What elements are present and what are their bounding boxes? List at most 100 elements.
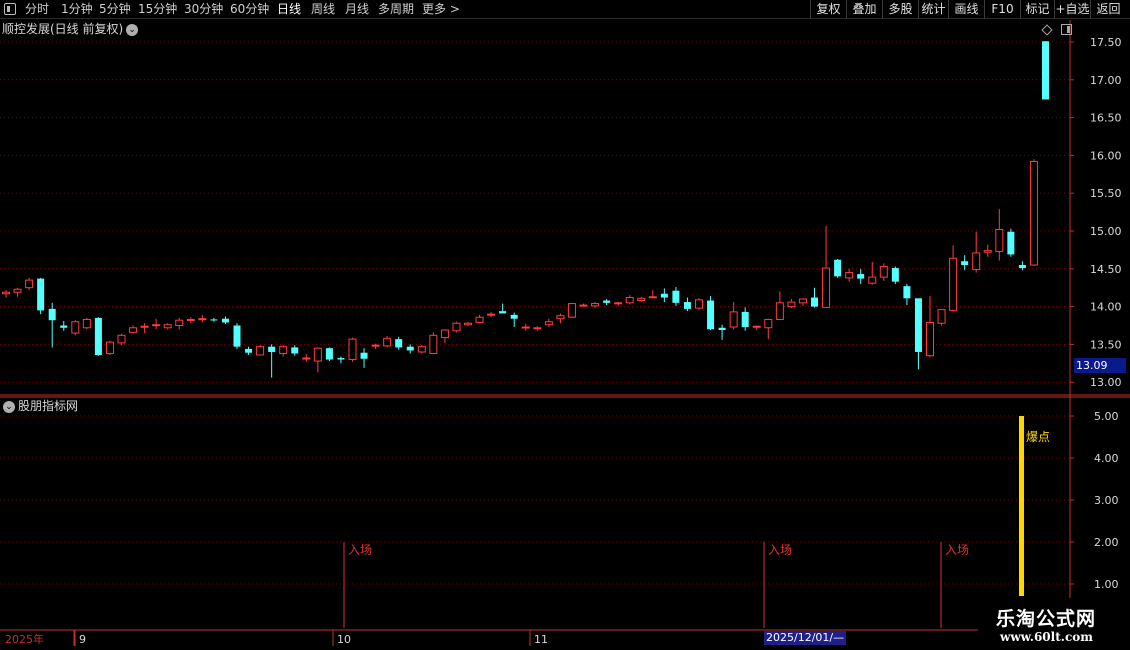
candle bbox=[845, 268, 854, 282]
candle-body bbox=[25, 279, 34, 289]
candle-body bbox=[972, 252, 981, 271]
candle bbox=[614, 302, 623, 306]
current-price-label: 13.09 bbox=[1074, 358, 1126, 373]
candle-body bbox=[949, 257, 958, 311]
candle bbox=[417, 345, 426, 354]
candle-body bbox=[1042, 41, 1049, 100]
candle bbox=[13, 287, 22, 297]
candle-body bbox=[834, 259, 842, 277]
candle-body bbox=[556, 315, 565, 320]
candle-body bbox=[487, 313, 496, 316]
stock-title-text: 顺控发展(日线 前复权) bbox=[2, 22, 124, 36]
candle-body bbox=[857, 274, 865, 279]
panel-toggle-icon[interactable] bbox=[1061, 24, 1072, 35]
candle bbox=[210, 317, 218, 322]
stock-title[interactable]: 顺控发展(日线 前复权) ⌄ bbox=[2, 21, 139, 37]
candle-body bbox=[313, 347, 322, 362]
candle-body bbox=[614, 302, 623, 305]
candle bbox=[510, 312, 518, 328]
candle-body bbox=[233, 325, 241, 347]
indicator-title[interactable]: ⌄ 股朋指标网 bbox=[3, 398, 78, 414]
candle bbox=[579, 303, 588, 307]
indicator-title-text: 股朋指标网 bbox=[18, 399, 79, 413]
time-month-label: 9 bbox=[79, 633, 86, 646]
candle-body bbox=[371, 344, 380, 347]
candle bbox=[279, 345, 288, 357]
candle-body bbox=[683, 302, 691, 309]
candle-body bbox=[60, 325, 68, 328]
candle bbox=[221, 316, 229, 324]
candle bbox=[591, 302, 600, 309]
candlestick-chart[interactable]: 入场 入场 入场 爆点 17.50 17.00 16.50 16.00 15.50 15.00 1… bbox=[0, 0, 1130, 650]
candle-body bbox=[707, 300, 715, 330]
candle bbox=[834, 258, 842, 278]
candle bbox=[787, 299, 796, 309]
candle bbox=[556, 313, 565, 324]
candle-body bbox=[37, 278, 45, 311]
candle bbox=[961, 255, 969, 271]
candle-body bbox=[1007, 231, 1015, 255]
candle bbox=[82, 317, 91, 330]
candle-body bbox=[175, 319, 184, 327]
candle bbox=[360, 348, 368, 368]
price-tick-label: 17.00 bbox=[1090, 74, 1122, 87]
candle-body bbox=[533, 327, 542, 330]
candle bbox=[798, 298, 807, 306]
candle-body bbox=[510, 314, 518, 319]
candle-body bbox=[268, 346, 276, 352]
candle bbox=[268, 344, 276, 378]
candle bbox=[695, 298, 703, 310]
crosshair-date-label: 2025/12/01/— bbox=[764, 631, 847, 645]
candle-body bbox=[360, 352, 368, 359]
candle-body bbox=[995, 228, 1004, 252]
candle bbox=[533, 326, 542, 331]
burst-bar bbox=[1019, 416, 1024, 596]
price-tick-label: 13.50 bbox=[1090, 338, 1122, 351]
candle bbox=[891, 266, 899, 284]
candle bbox=[383, 336, 392, 348]
burst-label: 爆点 bbox=[1026, 430, 1050, 444]
candle bbox=[140, 323, 149, 334]
candle bbox=[707, 296, 715, 331]
candle bbox=[464, 321, 472, 327]
candle-body bbox=[845, 272, 854, 279]
candle bbox=[105, 340, 114, 355]
candle bbox=[775, 291, 784, 321]
price-tick-label: 14.00 bbox=[1090, 301, 1122, 314]
candle-body bbox=[94, 317, 102, 355]
candle bbox=[983, 244, 992, 257]
candle bbox=[94, 317, 102, 356]
candle-body bbox=[672, 290, 680, 303]
candle-body bbox=[210, 319, 218, 321]
candle bbox=[625, 295, 634, 305]
candle bbox=[857, 268, 865, 284]
chevron-down-icon[interactable]: ⌄ bbox=[3, 400, 15, 413]
candle-body bbox=[475, 316, 484, 323]
candle-body bbox=[117, 334, 126, 344]
candle bbox=[475, 314, 484, 324]
candle-body bbox=[660, 293, 668, 298]
candle bbox=[175, 317, 184, 330]
candle-body bbox=[198, 318, 207, 321]
price-tick-label: 15.50 bbox=[1090, 187, 1122, 200]
candle-body bbox=[452, 322, 461, 332]
candle bbox=[903, 283, 911, 306]
candle-body bbox=[348, 338, 357, 361]
candle-body bbox=[718, 327, 726, 331]
time-month-label: 10 bbox=[337, 633, 351, 646]
candle bbox=[1007, 228, 1015, 257]
candle-body bbox=[186, 318, 195, 321]
candle-body bbox=[302, 357, 311, 360]
candle bbox=[117, 333, 126, 346]
candle bbox=[972, 231, 981, 273]
candle bbox=[256, 345, 265, 356]
price-tick-label: 16.00 bbox=[1090, 149, 1122, 162]
candle-body bbox=[291, 347, 299, 354]
candle bbox=[811, 287, 818, 308]
chevron-down-icon[interactable]: ⌄ bbox=[126, 23, 139, 36]
candle-body bbox=[961, 261, 969, 266]
candle-body bbox=[695, 299, 703, 309]
candle bbox=[37, 277, 45, 315]
candle bbox=[718, 324, 726, 340]
candle bbox=[348, 337, 357, 362]
